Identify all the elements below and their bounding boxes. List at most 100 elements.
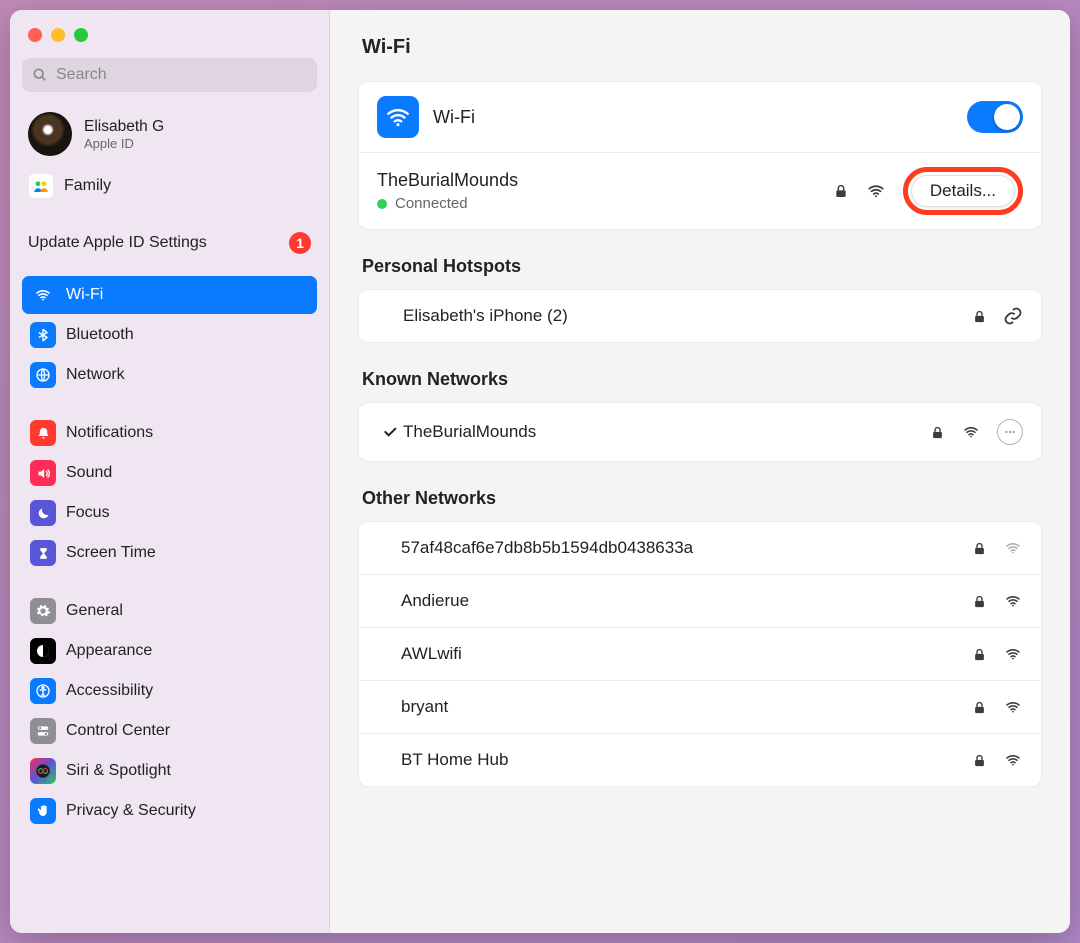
globe-icon xyxy=(30,362,56,388)
details-button[interactable]: Details... xyxy=(911,175,1015,207)
avatar xyxy=(28,112,72,156)
update-apple-id-label: Update Apple ID Settings xyxy=(28,234,207,252)
connection-status: Connected xyxy=(395,195,468,212)
bell-icon xyxy=(30,420,56,446)
status-dot-icon xyxy=(377,199,387,209)
check-icon xyxy=(377,424,403,440)
current-network-ssid: TheBurialMounds xyxy=(377,170,518,191)
sidebar-item-family[interactable]: Family xyxy=(22,166,317,206)
lock-icon xyxy=(972,752,987,769)
sidebar-item-label: Bluetooth xyxy=(66,326,134,344)
search-field[interactable] xyxy=(22,58,317,92)
link-icon xyxy=(1003,306,1023,326)
speaker-icon xyxy=(30,460,56,486)
lock-icon xyxy=(972,540,987,557)
update-apple-id-row[interactable]: Update Apple ID Settings 1 xyxy=(22,224,317,262)
sidebar-item-screen-time[interactable]: Screen Time xyxy=(22,534,317,572)
sidebar-item-appearance[interactable]: Appearance xyxy=(22,632,317,670)
hotspot-row[interactable]: Elisabeth's iPhone (2) xyxy=(359,290,1041,342)
sidebar-item-general[interactable]: General xyxy=(22,592,317,630)
personal-hotspots-list: Elisabeth's iPhone (2) xyxy=(358,289,1042,343)
wifi-signal-icon xyxy=(961,424,981,440)
sidebar-item-label: General xyxy=(66,602,123,620)
network-name: BT Home Hub xyxy=(401,750,508,770)
more-options-button[interactable] xyxy=(997,419,1023,445)
wifi-signal-icon xyxy=(1003,752,1023,768)
close-window-button[interactable] xyxy=(28,28,42,42)
network-name: AWLwifi xyxy=(401,644,462,664)
sidebar-item-label: Family xyxy=(64,177,111,195)
other-network-row[interactable]: AWLwifi xyxy=(359,628,1041,681)
siri-icon xyxy=(30,758,56,784)
notification-badge: 1 xyxy=(289,232,311,254)
accessibility-icon xyxy=(30,678,56,704)
search-input[interactable] xyxy=(56,66,307,84)
sidebar-item-focus[interactable]: Focus xyxy=(22,494,317,532)
lock-icon xyxy=(972,646,987,663)
wifi-toggle-label: Wi-Fi xyxy=(433,107,475,128)
fullscreen-window-button[interactable] xyxy=(74,28,88,42)
wifi-signal-icon xyxy=(1003,699,1023,715)
user-subtitle: Apple ID xyxy=(84,136,164,151)
search-icon xyxy=(32,67,48,83)
wifi-toggle-row: Wi-Fi xyxy=(359,82,1041,153)
sidebar-item-control-center[interactable]: Control Center xyxy=(22,712,317,750)
family-icon xyxy=(32,177,50,195)
sidebar-item-accessibility[interactable]: Accessibility xyxy=(22,672,317,710)
wifi-signal-icon xyxy=(1003,646,1023,662)
wifi-toggle[interactable] xyxy=(967,101,1023,133)
sidebar-item-siri[interactable]: Siri & Spotlight xyxy=(22,752,317,790)
sidebar-item-label: Wi-Fi xyxy=(66,286,103,304)
hand-icon xyxy=(30,798,56,824)
other-network-row[interactable]: Andierue xyxy=(359,575,1041,628)
hourglass-icon xyxy=(30,540,56,566)
other-network-row[interactable]: 57af48caf6e7db8b5b1594db0438633a xyxy=(359,522,1041,575)
known-network-row[interactable]: TheBurialMounds xyxy=(359,403,1041,461)
sidebar-item-label: Control Center xyxy=(66,722,170,740)
sidebar-item-label: Accessibility xyxy=(66,682,153,700)
sidebar-item-label: Sound xyxy=(66,464,112,482)
main-panel: Wi-Fi Wi-Fi TheBurialMounds Connected xyxy=(330,10,1070,933)
other-networks-list: 57af48caf6e7db8b5b1594db0438633a Andierue… xyxy=(358,521,1042,787)
sidebar-item-sound[interactable]: Sound xyxy=(22,454,317,492)
lock-icon xyxy=(972,699,987,716)
sidebar-item-label: Notifications xyxy=(66,424,153,442)
lock-icon xyxy=(972,593,987,610)
personal-hotspots-heading: Personal Hotspots xyxy=(362,256,1042,277)
lock-icon xyxy=(833,182,849,200)
sidebar-item-label: Privacy & Security xyxy=(66,802,196,820)
network-name: Andierue xyxy=(401,591,469,611)
wifi-status-card: Wi-Fi TheBurialMounds Connected xyxy=(358,81,1042,230)
sidebar: Elisabeth G Apple ID Family Update Apple… xyxy=(10,10,330,933)
network-name: Elisabeth's iPhone (2) xyxy=(403,306,568,326)
page-title: Wi-Fi xyxy=(362,36,1042,59)
sidebar-item-notifications[interactable]: Notifications xyxy=(22,414,317,452)
sidebar-item-label: Appearance xyxy=(66,642,152,660)
network-name: 57af48caf6e7db8b5b1594db0438633a xyxy=(401,538,693,558)
sidebar-item-label: Network xyxy=(66,366,125,384)
known-networks-list: TheBurialMounds xyxy=(358,402,1042,462)
other-networks-heading: Other Networks xyxy=(362,488,1042,509)
sidebar-item-privacy[interactable]: Privacy & Security xyxy=(22,792,317,830)
wifi-tile-icon xyxy=(377,96,419,138)
user-name: Elisabeth G xyxy=(84,118,164,136)
known-networks-heading: Known Networks xyxy=(362,369,1042,390)
current-network-row: TheBurialMounds Connected Details xyxy=(359,153,1041,229)
wifi-signal-icon xyxy=(1003,540,1023,556)
minimize-window-button[interactable] xyxy=(51,28,65,42)
sidebar-item-label: Focus xyxy=(66,504,110,522)
other-network-row[interactable]: BT Home Hub xyxy=(359,734,1041,786)
sidebar-item-label: Siri & Spotlight xyxy=(66,762,171,780)
details-button-highlight: Details... xyxy=(903,167,1023,215)
sidebar-item-label: Screen Time xyxy=(66,544,156,562)
other-network-row[interactable]: bryant xyxy=(359,681,1041,734)
network-name: TheBurialMounds xyxy=(403,422,536,442)
wifi-signal-icon xyxy=(1003,593,1023,609)
apple-id-row[interactable]: Elisabeth G Apple ID xyxy=(22,102,317,166)
lock-icon xyxy=(930,424,945,441)
sidebar-item-bluetooth[interactable]: Bluetooth xyxy=(22,316,317,354)
lock-icon xyxy=(972,308,987,325)
sidebar-item-wifi[interactable]: Wi-Fi xyxy=(22,276,317,314)
window-controls xyxy=(22,24,317,58)
sidebar-item-network[interactable]: Network xyxy=(22,356,317,394)
